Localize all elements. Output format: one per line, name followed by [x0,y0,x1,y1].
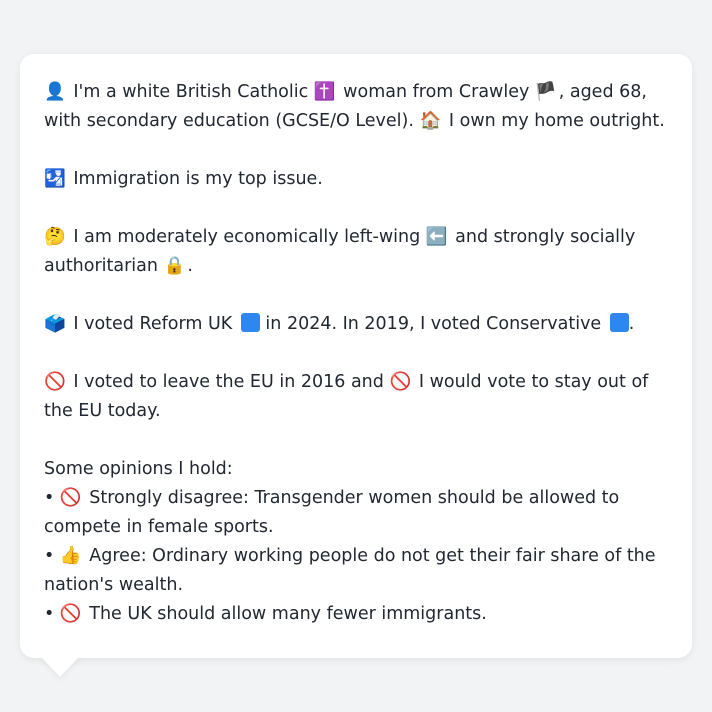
speech-bubble-tail [40,656,80,677]
conservative-party-color-square [609,313,629,332]
bullet: • [44,604,55,624]
list-item: • 👍 Agree: Ordinary working people do no… [44,542,668,600]
identity-text-d: I own my home outright. [448,111,665,131]
reform-party-color-square [240,313,260,332]
votes-text-b: in 2024. In 2019, I voted Conservative [265,314,602,334]
prohibited-icon: 🚫 [59,604,82,624]
ballot-box-icon: 🗳️ [44,314,66,334]
opinion-text: The UK should allow many fewer immigrant… [89,604,487,624]
top-issue-paragraph: 🛂 Immigration is my top issue. [44,165,668,194]
left-arrow-icon: ⬅️ [425,227,448,247]
votes-text-a: I voted Reform UK [73,314,233,334]
prohibited-icon: 🚫 [389,372,412,392]
ideology-text-c: . [187,256,193,276]
lock-icon: 🔒 [163,256,186,276]
ideology-text-a: I am moderately economically left-wing [73,227,421,247]
opinions-heading: Some opinions I hold: [44,459,233,479]
thinking-face-icon: 🤔 [44,227,66,247]
opinions-list: • 🚫 Strongly disagree: Transgender women… [44,484,668,629]
house-icon: 🏠 [419,111,442,131]
eu-text-a: I voted to leave the EU in 2016 and [73,372,384,392]
eu-paragraph: 🚫 I voted to leave the EU in 2016 and 🚫 … [44,368,668,426]
cross-icon: ✝️ [313,82,336,102]
bullet: • [44,488,55,508]
bullet: • [44,546,55,566]
opinion-text: Agree: Ordinary working people do not ge… [44,546,656,595]
identity-text-b: woman from Crawley [343,82,530,102]
opinion-text: Strongly disagree: Transgender women sho… [44,488,620,537]
ideology-paragraph: 🤔 I am moderately economically left-wing… [44,223,668,281]
identity-text-a: I'm a white British Catholic [73,82,309,102]
identity-paragraph: 👤 I'm a white British Catholic ✝️ woman … [44,78,668,136]
votes-text-c: . [628,314,635,334]
prohibited-icon: 🚫 [44,372,66,392]
list-item: • 🚫 The UK should allow many fewer immig… [44,600,668,629]
votes-paragraph: 🗳️ I voted Reform UK in 2024. In 2019, I… [44,310,668,339]
passport-control-icon: 🛂 [44,169,66,189]
england-flag-icon: 🏴 [534,82,557,102]
thumbs-up-icon: 👍 [59,546,82,566]
person-icon: 👤 [44,82,66,102]
list-item: • 🚫 Strongly disagree: Transgender women… [44,484,668,542]
persona-card: 👤 I'm a white British Catholic ✝️ woman … [20,54,692,658]
prohibited-icon: 🚫 [59,488,82,508]
top-issue-text: Immigration is my top issue. [73,169,323,189]
